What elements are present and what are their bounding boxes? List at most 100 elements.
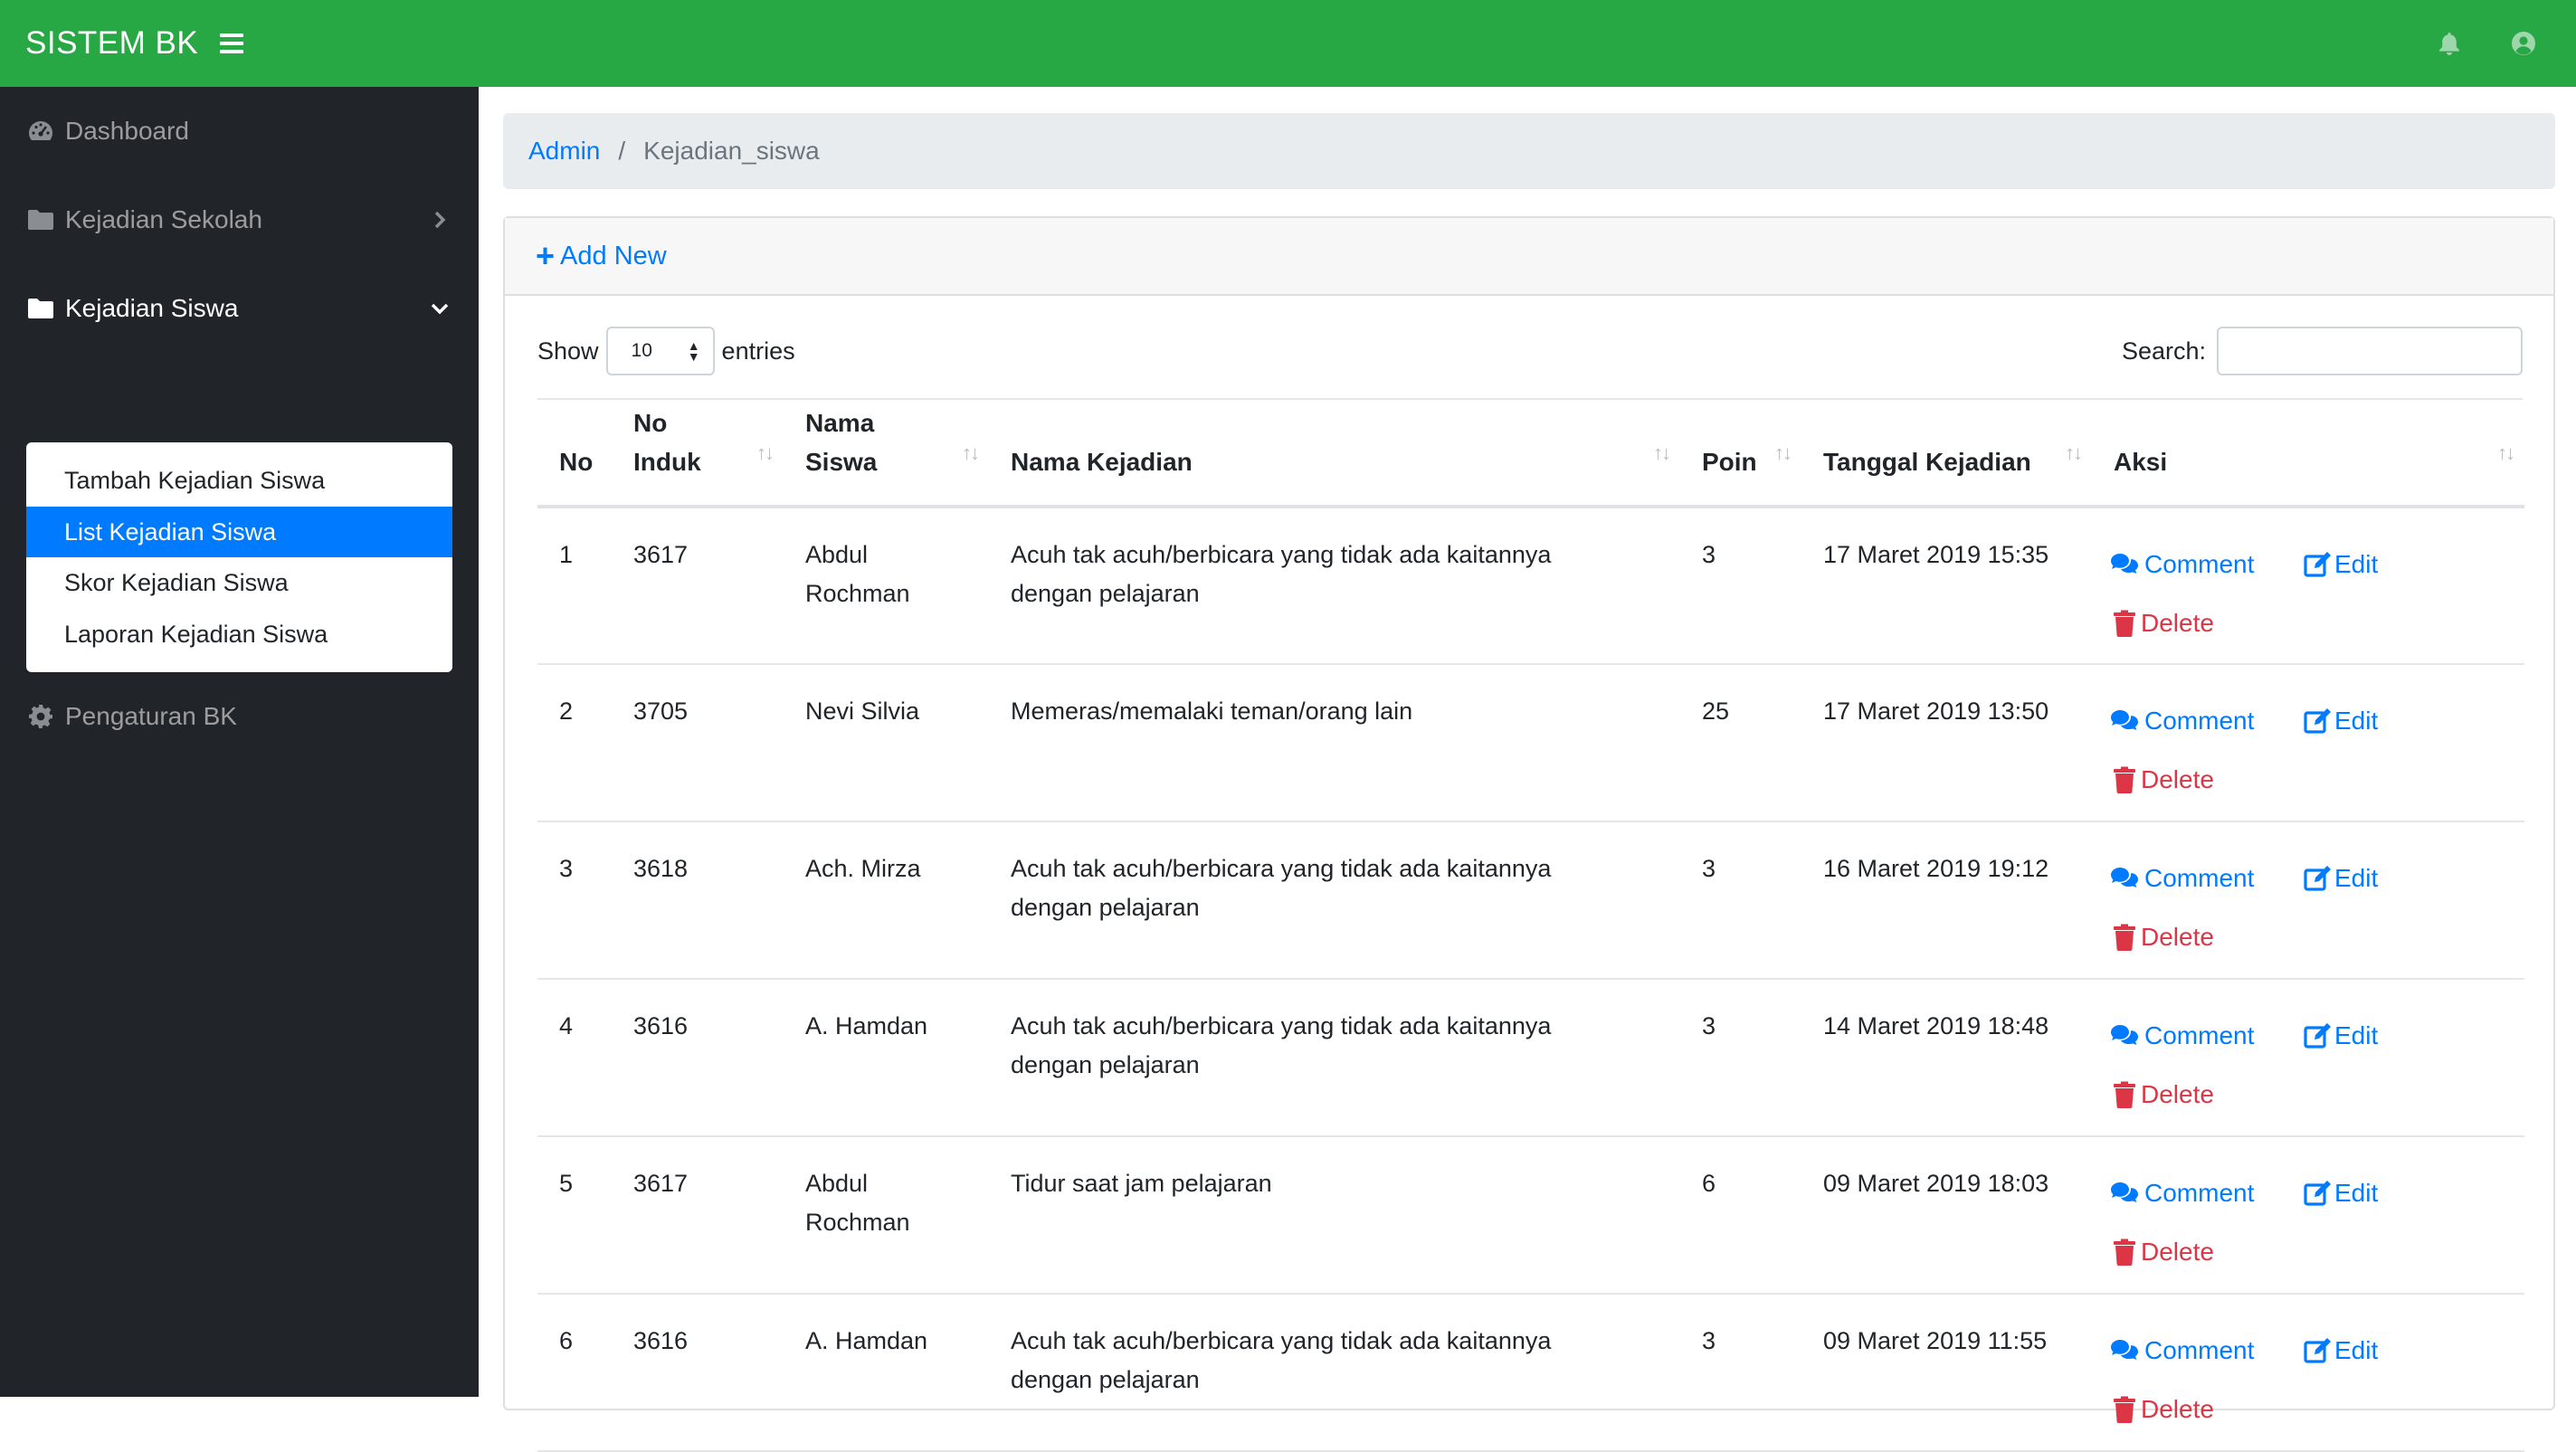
cell-text: Acuh tak acuh/berbicara yang tidak ada k… [1011,1012,1552,1039]
cell-nama-kejadian: Memeras/memalaki teman/orang lain [989,664,1680,822]
edit-button[interactable]: Edit [2304,1016,2378,1055]
table-row: 5 3617 Abdul Rochman Tidur saat jam pelaj… [537,1136,2524,1295]
cell-text: dengan pelajaran [1011,580,1200,607]
brand-title[interactable]: SISTEM BK [25,25,198,62]
sidebar-item-label: Kejadian Siswa [65,294,239,322]
cell-text: 3617 [633,541,689,568]
comment-label: Comment [2144,864,2255,892]
edit-button[interactable]: Edit [2304,701,2378,740]
comment-button[interactable]: Comment [2110,545,2254,584]
comment-button[interactable]: Comment [2110,1331,2254,1370]
comment-label: Comment [2144,1179,2255,1207]
comment-button[interactable]: Comment [2110,1173,2254,1212]
edit-button[interactable]: Edit [2304,545,2378,584]
cell-tanggal-kejadian: 17 Maret 2019 15:35 [1801,507,2092,665]
cell-text: 3 [559,855,574,882]
cell-text: 3616 [633,1327,689,1354]
delete-button[interactable]: Delete [2110,1232,2214,1271]
col-header-nama-kejadian[interactable]: Nama Kejadian ↑↓ [989,403,1680,508]
cell-aksi: Comment Edit Delete [2092,1294,2524,1452]
cell-text: 3617 [633,1170,689,1197]
comment-button[interactable]: Comment [2110,859,2254,897]
sidebar-item-dashboard[interactable]: Dashboard [25,116,451,147]
sidebar-item-label: Kejadian Sekolah [65,205,262,233]
cell-nama-kejadian: Acuh tak acuh/berbicara yang tidak ada k… [989,507,1680,665]
cell-aksi: Comment Edit Delete [2092,1136,2524,1295]
sidebar-item-label: Pengaturan BK [65,702,237,730]
search-input[interactable] [2217,327,2523,375]
submenu-list-kejadian-siswa[interactable]: List Kejadian Siswa [26,507,452,557]
edit-button[interactable]: Edit [2304,1331,2378,1370]
col-header-nama-siswa[interactable]: Nama Siswa ↑↓ [784,403,989,508]
cell-text: 17 Maret 2019 15:35 [1823,541,2049,568]
table-search: Search: [2122,327,2523,375]
submenu-tambah-kejadian-siswa[interactable]: Tambah Kejadian Siswa [26,455,452,506]
col-header-no-induk[interactable]: No Induk ↑↓ [612,403,784,508]
sidebar-item-pengaturan-bk[interactable]: Pengaturan BK [25,701,451,732]
cell-text: Ach. Mirza [805,855,921,882]
col-header-aksi[interactable]: Aksi ↑↓ [2092,403,2524,508]
cell-tanggal-kejadian: 16 Maret 2019 19:12 [1801,821,2092,980]
cell-text: A. Hamdan [805,1012,928,1039]
comments-icon [2110,864,2139,893]
chevron-down-icon [429,298,451,319]
cell-poin: 25 [1680,664,1801,822]
cell-aksi: Comment Edit Delete [2092,979,2524,1137]
cell-nama-kejadian: Acuh tak acuh/berbicara yang tidak ada k… [989,1294,1680,1452]
user-circle-icon[interactable] [2505,25,2542,62]
delete-label: Delete [2141,923,2214,951]
submenu-laporan-kejadian-siswa[interactable]: Laporan Kejadian Siswa [26,609,452,660]
edit-icon [2304,707,2333,735]
delete-button[interactable]: Delete [2110,1075,2214,1114]
cell-text: Acuh tak acuh/berbicara yang tidak ada k… [1011,855,1552,882]
entries-select-value: 10 [631,340,652,361]
cell-nama-siswa: Ach. Mirza [784,821,989,980]
delete-button[interactable]: Delete [2110,1390,2214,1428]
cell-nama-kejadian: Acuh tak acuh/berbicara yang tidak ada k… [989,979,1680,1137]
breadcrumb-admin-link[interactable]: Admin [528,137,600,166]
table-row: 3 3618 Ach. Mirza Acuh tak acuh/berbicar… [537,821,2524,980]
divider [537,398,2523,400]
trash-icon [2110,1395,2139,1424]
delete-button[interactable]: Delete [2110,917,2214,956]
comment-label: Comment [2144,1336,2255,1364]
sidebar-item-label: Dashboard [65,117,189,145]
hamburger-icon[interactable] [220,33,244,53]
add-new-button[interactable]: + Add New [536,240,667,272]
trash-icon [2110,609,2139,638]
edit-icon [2304,550,2333,579]
cell-no-induk: 3617 [612,1136,784,1295]
col-header-poin[interactable]: Poin ↑↓ [1680,403,1801,508]
table-header-row: No No Induk ↑↓ Nama Siswa ↑↓ Nama Kejadian ↑↓… [537,403,2524,508]
cell-no: 6 [537,1294,612,1452]
edit-label: Edit [2334,864,2379,892]
comment-button[interactable]: Comment [2110,701,2254,740]
cell-text: Acuh tak acuh/berbicara yang tidak ada k… [1011,541,1552,568]
sort-icon: ↑↓ [1774,441,1792,464]
edit-icon [2304,1179,2333,1208]
col-header-no[interactable]: No [537,403,612,508]
cell-poin: 3 [1680,821,1801,980]
breadcrumb: Admin / Kejadian_siswa [503,113,2555,189]
entries-select[interactable]: 10 ▲ ▼ [605,327,715,375]
sidebar-item-kejadian-sekolah[interactable]: Kejadian Sekolah [25,204,451,235]
col-header-tanggal-kejadian[interactable]: Tanggal Kejadian ↑↓ [1801,403,2092,508]
cell-text: 3618 [633,855,689,882]
submenu-skor-kejadian-siswa[interactable]: Skor Kejadian Siswa [26,557,452,608]
comment-button[interactable]: Comment [2110,1016,2254,1055]
edit-button[interactable]: Edit [2304,1173,2378,1212]
delete-button[interactable]: Delete [2110,760,2214,799]
cell-nama-siswa: Abdul Rochman [784,507,989,665]
cell-text: 6 [1702,1170,1716,1197]
bell-icon[interactable] [2431,25,2467,62]
cell-text: 09 Maret 2019 11:55 [1823,1327,2048,1354]
cell-no: 4 [537,979,612,1137]
cell-text: dengan pelajaran [1011,1366,1200,1393]
cell-tanggal-kejadian: 14 Maret 2019 18:48 [1801,979,2092,1137]
delete-button[interactable]: Delete [2110,603,2214,642]
edit-button[interactable]: Edit [2304,859,2378,897]
sidebar-item-kejadian-siswa[interactable]: Kejadian Siswa [25,293,451,324]
cell-no: 1 [537,507,612,665]
kejadian-siswa-card: + Add New Show 10 ▲ ▼ entries Search: No … [503,216,2555,1452]
cell-text: Memeras/memalaki teman/orang lain [1011,698,1413,725]
